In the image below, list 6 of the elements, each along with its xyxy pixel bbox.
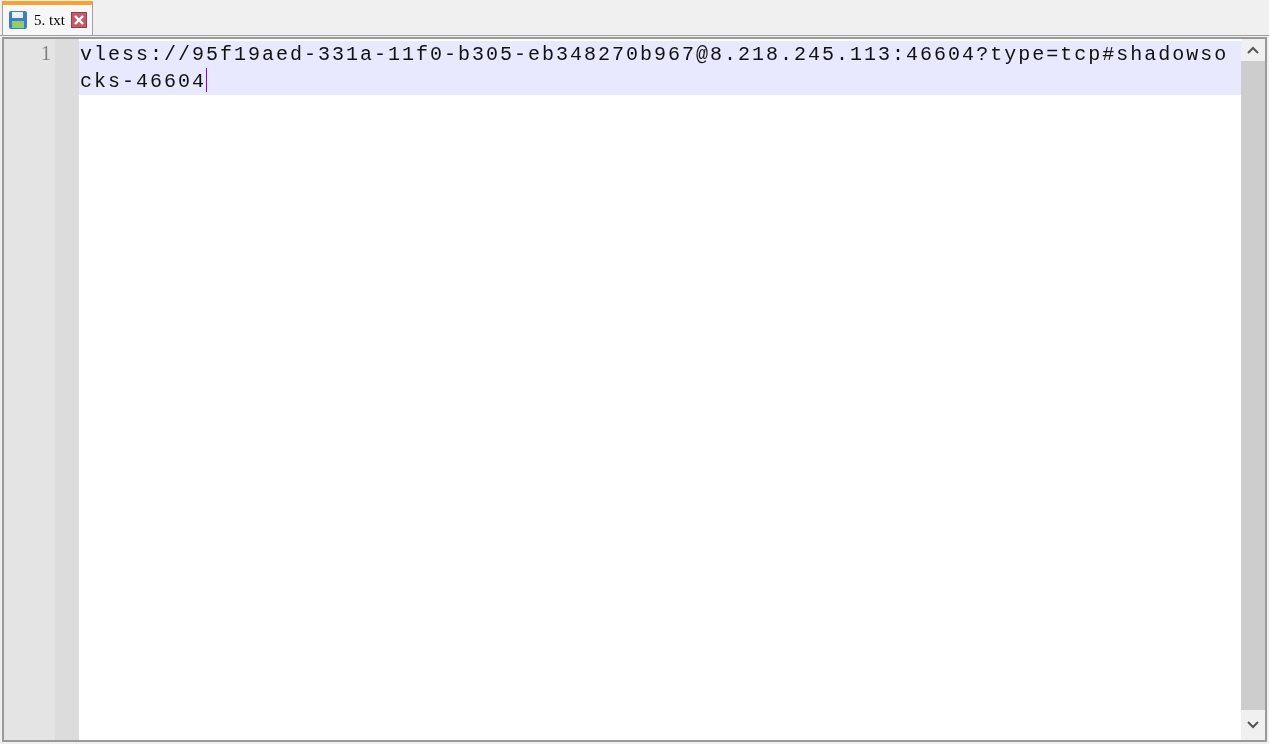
file-tab[interactable]: 5. txt <box>2 1 93 35</box>
scroll-down-icon[interactable] <box>1247 720 1259 730</box>
text-cursor <box>206 68 208 92</box>
close-icon[interactable] <box>70 12 87 28</box>
scroll-up-icon[interactable] <box>1247 45 1259 55</box>
line-number: 1 <box>41 41 51 66</box>
